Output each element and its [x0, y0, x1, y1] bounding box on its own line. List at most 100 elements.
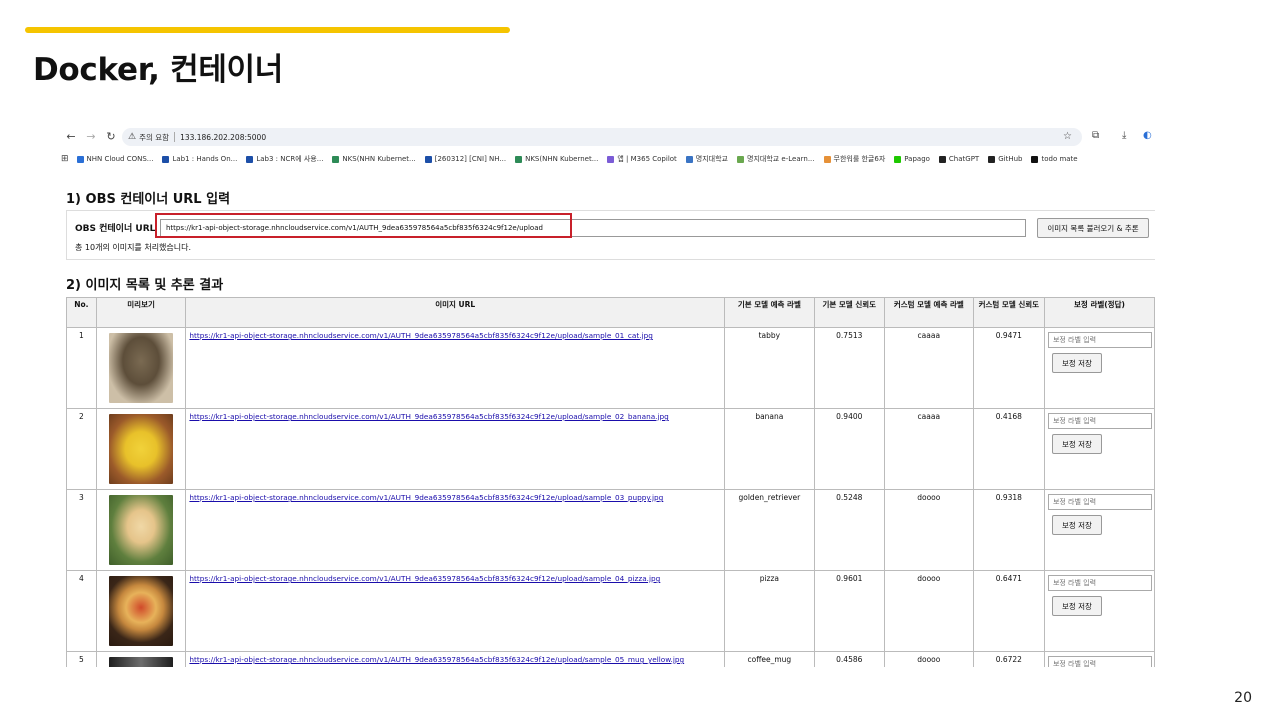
bookmark-favicon-icon: [76, 155, 84, 163]
preview-cell: [95, 570, 187, 652]
base-confidence: 0.5248: [813, 489, 885, 571]
bookmark-item[interactable]: NHN Cloud CONS...: [76, 155, 154, 163]
correction-cell: 보정 저장: [1043, 489, 1155, 571]
header-base-confidence: 기본 모델 신뢰도: [813, 297, 885, 328]
bookmark-item[interactable]: Papago: [894, 155, 930, 163]
base-label: pizza: [724, 570, 815, 652]
reload-icon[interactable]: ↻: [104, 130, 118, 144]
extensions-icon[interactable]: ⧉: [1092, 130, 1099, 141]
bookmark-item[interactable]: GitHub: [988, 155, 1022, 163]
bookmark-favicon-icon: [1031, 155, 1039, 163]
custom-confidence: 0.4168: [972, 408, 1045, 490]
bookmark-item[interactable]: 명지대학교: [685, 154, 728, 164]
table-row: 5 https://kr1-api-object-storage.nhnclou…: [66, 651, 1155, 667]
bookmark-label: 앱 | M365 Copilot: [617, 155, 677, 163]
apps-grid-icon[interactable]: ⊞: [61, 154, 69, 164]
bookmark-item[interactable]: todo mate: [1031, 155, 1078, 163]
url-cell: https://kr1-api-object-storage.nhnclouds…: [185, 489, 726, 571]
row-number: 1: [66, 327, 97, 409]
image-url-link[interactable]: https://kr1-api-object-storage.nhnclouds…: [189, 493, 663, 502]
image-url-link[interactable]: https://kr1-api-object-storage.nhnclouds…: [189, 331, 652, 340]
header-preview: 미리보기: [95, 297, 187, 328]
header-image-url: 이미지 URL: [185, 297, 726, 328]
status-message: 총 10개의 이미지를 처리했습니다.: [75, 243, 192, 252]
section1-title: 1) OBS 컨테이너 URL 입력: [66, 192, 231, 207]
bookmark-favicon-icon: [607, 155, 615, 163]
bookmark-star-icon[interactable]: ☆: [1063, 131, 1072, 142]
correction-input[interactable]: [1047, 332, 1152, 348]
preview-cell: [95, 489, 187, 571]
bookmark-favicon-icon: [894, 155, 902, 163]
bookmark-favicon-icon: [685, 155, 693, 163]
download-icon[interactable]: ⤓: [1122, 130, 1126, 141]
bookmark-item[interactable]: 무한워룰 한글6자: [823, 154, 885, 164]
title-accent-bar: [25, 27, 510, 33]
bookmark-favicon-icon: [823, 155, 831, 163]
bookmark-item[interactable]: 명지대학교 e-Learn...: [737, 154, 815, 164]
bookmark-label: [260312] [CNI] NH...: [434, 155, 507, 163]
bookmarks-bar: ⊞ NHN Cloud CONS... Lab1 : Hands On... Lab…: [58, 151, 1155, 167]
row-number: 2: [66, 408, 97, 490]
bookmark-item[interactable]: Lab1 : Hands On...: [162, 155, 237, 163]
bookmark-item[interactable]: ChatGPT: [938, 155, 979, 163]
header-custom-label: 커스텀 모델 예측 라벨: [883, 297, 974, 328]
back-icon[interactable]: ←: [64, 130, 78, 144]
image-url-link[interactable]: https://kr1-api-object-storage.nhnclouds…: [189, 655, 684, 664]
custom-confidence: 0.6471: [972, 570, 1045, 652]
bookmark-item[interactable]: NKS(NHN Kubernet...: [515, 155, 598, 163]
save-correction-button[interactable]: 보정 저장: [1051, 596, 1102, 616]
banana-thumbnail: [109, 414, 174, 484]
preview-cell: [95, 327, 187, 409]
forward-icon[interactable]: →: [84, 130, 98, 144]
table-row: 2 https://kr1-api-object-storage.nhnclou…: [66, 408, 1155, 490]
bookmark-item[interactable]: [260312] [CNI] NH...: [424, 155, 507, 163]
image-url-link[interactable]: https://kr1-api-object-storage.nhnclouds…: [189, 412, 668, 421]
bookmark-label: 명지대학교 e-Learn...: [747, 155, 815, 163]
base-label: golden_retriever: [724, 489, 815, 571]
base-confidence: 0.9601: [813, 570, 885, 652]
security-warning: 주의 요함: [139, 132, 170, 142]
custom-confidence: 0.9471: [972, 327, 1045, 409]
custom-label: doooo: [883, 570, 974, 652]
preview-cell: [95, 651, 187, 667]
bookmark-label: NKS(NHN Kubernet...: [342, 155, 416, 163]
bookmark-item[interactable]: NKS(NHN Kubernet...: [332, 155, 416, 163]
header-no: No.: [66, 297, 97, 328]
correction-cell: 보정 저장: [1043, 327, 1155, 409]
address-bar[interactable]: ⚠ 주의 요함 133.186.202.208:5000 ☆: [122, 128, 1082, 146]
correction-input[interactable]: [1047, 494, 1152, 510]
row-number: 5: [66, 651, 97, 667]
image-url-link[interactable]: https://kr1-api-object-storage.nhnclouds…: [189, 574, 660, 583]
bookmark-favicon-icon: [246, 155, 254, 163]
bookmark-favicon-icon: [162, 155, 170, 163]
bookmark-favicon-icon: [332, 155, 340, 163]
correction-input[interactable]: [1047, 575, 1152, 591]
bookmark-label: todo mate: [1041, 155, 1078, 163]
url-cell: https://kr1-api-object-storage.nhnclouds…: [185, 408, 726, 490]
custom-label: doooo: [883, 489, 974, 571]
url-cell: https://kr1-api-object-storage.nhnclouds…: [185, 327, 726, 409]
correction-input[interactable]: [1047, 656, 1152, 667]
header-custom-confidence: 커스텀 모델 신뢰도: [972, 297, 1045, 328]
correction-input[interactable]: [1047, 413, 1152, 429]
bookmark-favicon-icon: [988, 155, 996, 163]
bookmark-label: 명지대학교: [695, 155, 728, 163]
bookmark-label: NHN Cloud CONS...: [86, 155, 154, 163]
bookmark-item[interactable]: 앱 | M365 Copilot: [607, 154, 677, 164]
page-number: 20: [1234, 690, 1252, 706]
row-number: 4: [66, 570, 97, 652]
custom-label: caaaa: [883, 408, 974, 490]
fetch-and-infer-button[interactable]: 이미지 목록 불러오기 & 추론: [1037, 218, 1149, 238]
save-correction-button[interactable]: 보정 저장: [1051, 353, 1102, 373]
bookmark-label: NKS(NHN Kubernet...: [525, 155, 599, 163]
base-confidence: 0.9400: [813, 408, 885, 490]
bookmark-item[interactable]: Lab3 : NCR에 사용...: [246, 154, 323, 164]
header-base-label: 기본 모델 예측 라벨: [724, 297, 815, 328]
bookmark-favicon-icon: [737, 155, 744, 163]
save-correction-button[interactable]: 보정 저장: [1051, 434, 1102, 454]
row-number: 3: [66, 489, 97, 571]
profile-icon[interactable]: ◐: [1143, 130, 1152, 141]
save-correction-button[interactable]: 보정 저장: [1051, 515, 1102, 535]
preview-cell: [95, 408, 187, 490]
browser-toolbar: ← → ↻ ⚠ 주의 요함 133.186.202.208:5000 ☆ ⧉ ⤓…: [58, 126, 1155, 148]
